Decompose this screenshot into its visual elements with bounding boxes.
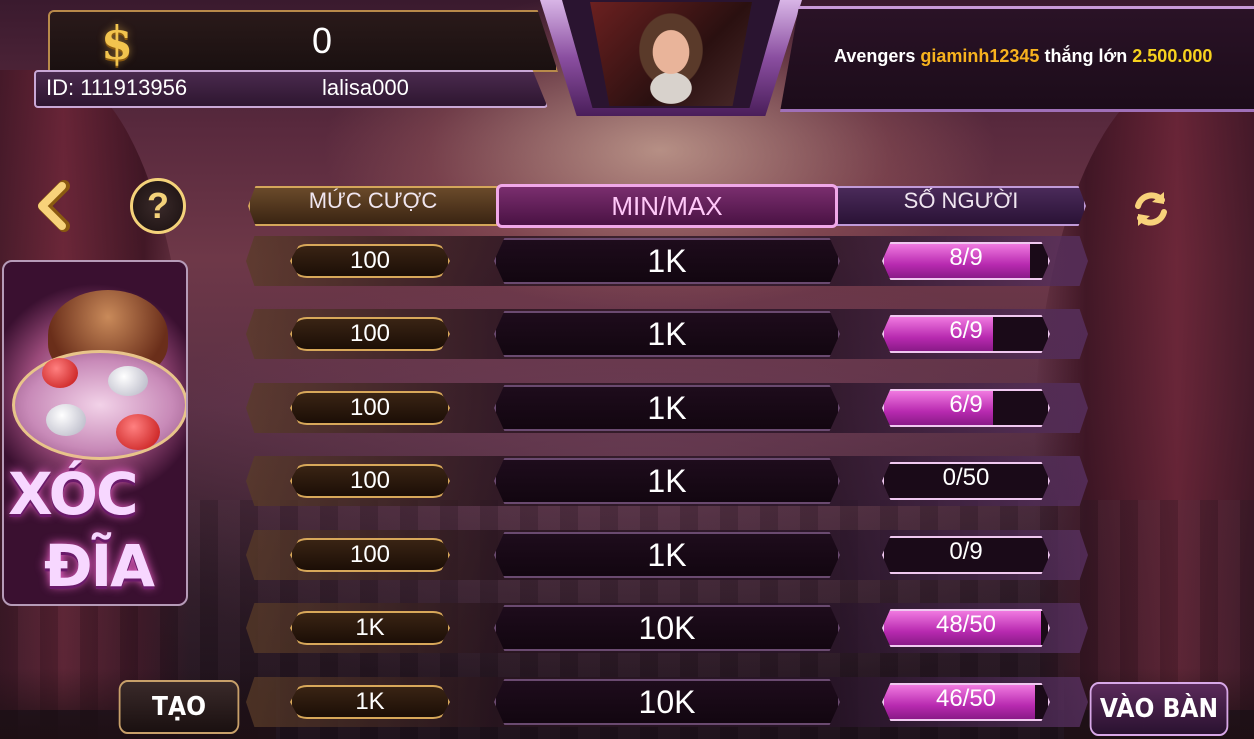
player-id: ID: 111913956 [46,75,188,100]
table-row[interactable]: 100 1K 0/9 [246,530,1088,580]
dollar-icon: $ [100,16,133,70]
avatar[interactable] [590,2,752,106]
row-minmax: 1K [494,311,840,357]
chevron-left-icon [38,180,70,232]
table-row[interactable]: 1K 10K 48/50 [246,603,1088,653]
game-card-xoc-dia[interactable]: XÓC ĐĨA [2,260,188,606]
question-icon: ? [147,185,169,226]
table-row[interactable]: 100 1K 0/50 [246,456,1088,506]
back-button[interactable] [30,180,78,232]
join-table-button[interactable]: VÀO BÀN [1089,682,1229,736]
table-row[interactable]: 100 1K 6/9 [246,309,1088,359]
row-minmax: 1K [494,458,840,504]
plate-image [12,350,186,460]
win-notification: Avengers giaminh12345 thắng lớn 2.500.00… [834,46,1212,67]
red-chip [116,414,160,450]
row-players-count: 0/9 [949,538,983,565]
notice-winner-name: giaminh12345 [920,46,1040,66]
row-players: 0/50 [882,462,1050,500]
row-players-count: 8/9 [949,244,983,271]
row-players: 6/9 [882,315,1050,353]
row-minmax: 1K [494,238,840,284]
row-minmax: 10K [494,679,840,725]
row-bet: 100 [290,244,450,278]
create-table-button[interactable]: TẠO BÀN [118,680,240,734]
row-players-count: 48/50 [935,611,997,638]
row-players: 46/50 [882,683,1050,721]
row-bet: 1K [290,685,450,719]
player-info-panel: $ 0 ID: 111913956 lalisa000 [32,6,558,110]
row-players: 8/9 [882,242,1050,280]
header-bet[interactable]: MỨC CƯỢC [248,186,498,226]
row-bet: 100 [290,464,450,498]
row-players: 48/50 [882,609,1050,647]
notice-prefix: Avengers [834,46,916,66]
row-players-count: 6/9 [949,317,983,344]
row-players: 6/9 [882,389,1050,427]
game-title-line1: XÓC [8,460,139,528]
header-players[interactable]: SỐ NGƯỜI [836,186,1086,226]
game-lobby-screen: $ 0 ID: 111913956 lalisa000 Avengers gia… [0,0,1254,739]
row-bet: 100 [290,391,450,425]
row-players-count: 6/9 [949,391,983,418]
help-button[interactable]: ? [130,178,186,234]
row-minmax: 1K [494,532,840,578]
row-players: 0/9 [882,536,1050,574]
row-minmax: 1K [494,385,840,431]
refresh-icon [1135,192,1167,226]
row-bet: 100 [290,317,450,351]
row-players-count: 46/50 [935,685,997,712]
table-row[interactable]: 100 1K 6/9 [246,383,1088,433]
row-players-count: 0/50 [942,464,990,491]
table-row[interactable]: 100 1K 8/9 [246,236,1088,286]
header-minmax[interactable]: MIN/MAX [496,184,838,228]
white-chip [108,366,148,396]
red-chip [42,358,78,388]
coin-balance: 0 [311,20,333,61]
notice-amount: 2.500.000 [1132,46,1213,66]
player-username: lalisa000 [322,75,409,100]
table-header: MỨC CƯỢC SỐ NGƯỜI MIN/MAX [246,184,1088,230]
row-bet: 100 [290,538,450,572]
table-row[interactable]: 1K 10K 46/50 [246,677,1088,727]
row-bet: 1K [290,611,450,645]
refresh-button[interactable] [1128,186,1174,232]
notice-middle: thắng lớn [1044,46,1128,66]
row-minmax: 10K [494,605,840,651]
white-chip [46,404,86,436]
game-title-line2: ĐĨA [44,532,155,600]
